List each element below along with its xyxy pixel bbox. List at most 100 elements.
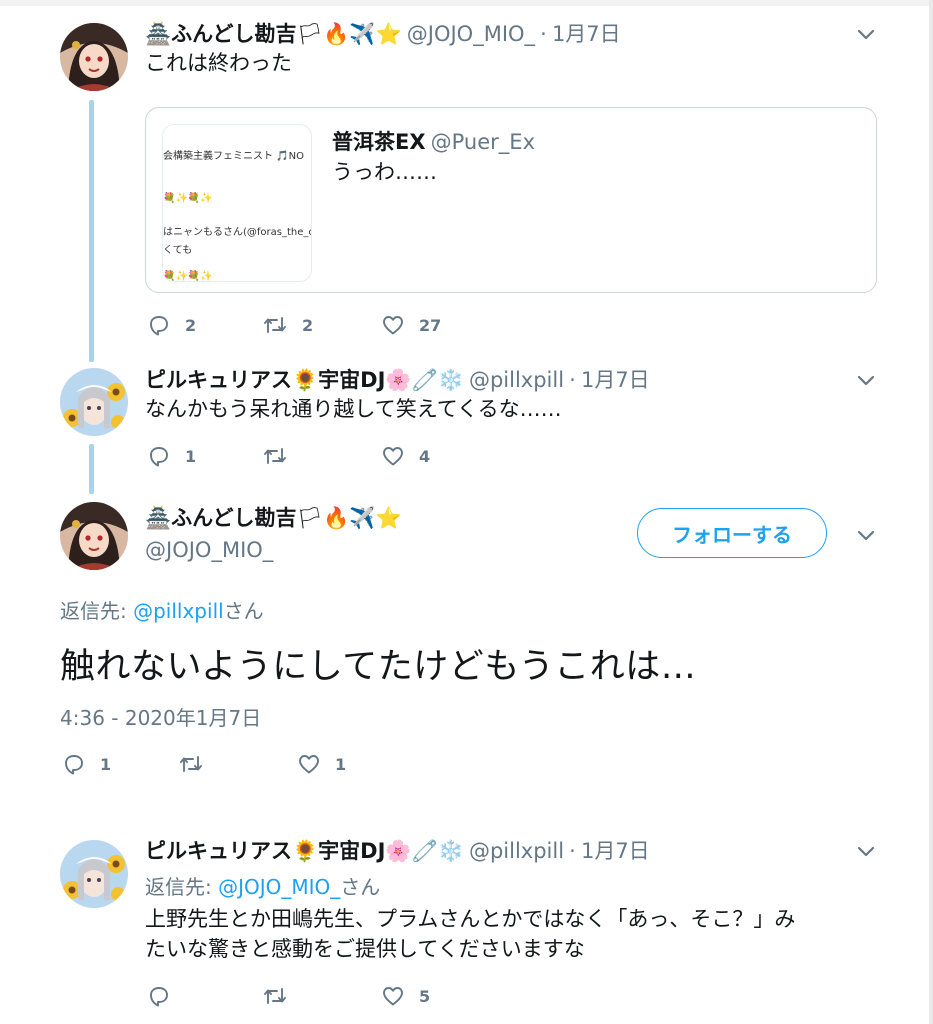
star-emoji: ⭐ — [375, 22, 402, 46]
tweet-text: なんかもう呆れ通り越して笑えてくるな…… — [145, 397, 562, 421]
tweet-text: これは終わった — [145, 51, 292, 75]
retweet-action[interactable]: 2 — [262, 313, 313, 337]
castle-emoji: 🏯 — [145, 506, 172, 530]
quoted-tweet-image[interactable]: 会構築主義フェミニスト 🎵NO 💐✨💐✨ はニャンもるさん(@foras_the… — [162, 124, 312, 282]
handle[interactable]: @pillxpill — [469, 368, 564, 392]
castle-emoji: 🏯 — [145, 22, 172, 46]
retweet-action[interactable] — [262, 444, 288, 468]
airplane-emoji: ✈️ — [349, 22, 376, 46]
reply-prefix: 返信先: — [60, 599, 134, 623]
reply-icon — [150, 316, 168, 336]
like-icon — [383, 987, 403, 1006]
reply-icon — [150, 987, 168, 1007]
reply-prefix: 返信先: — [145, 875, 219, 899]
reply-suffix: さん — [223, 599, 264, 623]
retweet-icon — [264, 317, 286, 333]
thumb-text: 💐✨💐✨ — [163, 271, 213, 282]
tweet-text-line: 上野先生とか田嶋先生、プラムさんとかではなく「あっ、そこ？」み — [145, 907, 796, 931]
thumb-text: くても — [163, 245, 193, 256]
reply-icon — [65, 755, 83, 775]
blossom-emoji: 🌸 — [385, 839, 412, 863]
snowflake-emoji: ❄️ — [437, 368, 464, 392]
avatar[interactable] — [60, 840, 128, 908]
reply-count: 1 — [185, 446, 197, 466]
chevron-down-icon[interactable] — [854, 368, 878, 392]
retweet-action[interactable] — [262, 984, 288, 1008]
chevron-down-icon[interactable] — [854, 523, 878, 547]
reply-context: 返信先: @pillxpillさん — [60, 595, 264, 624]
display-name[interactable]: ピルキュリアス — [145, 368, 292, 392]
reply-count: 1 — [100, 754, 112, 774]
display-name[interactable]: ふんどし勘吉 — [171, 506, 296, 530]
safety-pin-emoji: 🧷 — [411, 839, 438, 863]
separator-dot: · — [540, 22, 547, 46]
retweet-icon — [264, 448, 286, 464]
flag-emoji: 🏳 — [296, 22, 324, 46]
thumb-text: 会構築主義フェミニスト 🎵NO — [163, 151, 304, 162]
avatar[interactable] — [60, 23, 128, 91]
reply-action[interactable] — [147, 984, 171, 1008]
reply-action[interactable]: 1 — [62, 752, 111, 776]
snowflake-emoji: ❄️ — [437, 839, 464, 863]
tweet-header: ピルキュリアス🌻宇宙DJ🌸🧷❄️ @pillxpill · 1月7日 — [145, 364, 650, 394]
reply-suffix: さん — [340, 875, 381, 899]
safety-pin-emoji: 🧷 — [411, 368, 438, 392]
tweet-date[interactable]: 1月7日 — [581, 839, 650, 863]
tweet-date[interactable]: 1月7日 — [581, 368, 650, 392]
display-name[interactable]: ピルキュリアス — [145, 839, 292, 863]
like-action[interactable]: 27 — [381, 313, 441, 337]
quoted-tweet-text: うっわ…… — [332, 160, 437, 184]
handle[interactable]: @JOJO_MIO_ — [145, 538, 273, 562]
display-name-part[interactable]: 宇宙DJ — [318, 368, 385, 392]
display-name-part[interactable]: 宇宙DJ — [318, 839, 385, 863]
star-emoji: ⭐ — [375, 506, 402, 530]
retweet-action[interactable] — [178, 752, 204, 776]
thread-line — [89, 444, 94, 494]
quoted-tweet[interactable]: 会構築主義フェミニスト 🎵NO 💐✨💐✨ はニャンもるさん(@foras_the… — [145, 107, 877, 293]
like-action[interactable]: 1 — [297, 752, 346, 776]
airplane-emoji: ✈️ — [349, 506, 376, 530]
display-name[interactable]: ふんどし勘吉 — [171, 22, 296, 46]
like-icon — [299, 755, 319, 774]
thumb-text: はニャンもるさん(@foras_the_ca — [163, 227, 312, 238]
tweet-date[interactable]: 1月7日 — [552, 22, 621, 46]
reply-to-handle[interactable]: @pillxpill — [133, 599, 224, 623]
like-count: 27 — [419, 315, 442, 335]
main-tweet-text: 触れないようにしてたけどもうこれは… — [60, 647, 697, 687]
window-right-edge — [929, 0, 933, 1024]
quoted-display-name: 普洱茶EX — [332, 130, 426, 154]
reply-action[interactable]: 2 — [147, 313, 196, 337]
reply-to-handle[interactable]: @JOJO_MIO_ — [218, 875, 340, 899]
like-count: 5 — [419, 986, 431, 1006]
chevron-down-icon[interactable] — [854, 839, 878, 863]
tweet-text-line: たいな驚きと感動をご提供してくださいますな — [145, 937, 585, 961]
like-icon — [383, 447, 403, 466]
retweet-icon — [180, 756, 202, 772]
reply-icon — [150, 447, 168, 467]
reply-action[interactable]: 1 — [147, 444, 196, 468]
fire-emoji: 🔥 — [323, 22, 350, 46]
thumb-text: 💐✨💐✨ — [163, 193, 213, 204]
handle[interactable]: @JOJO_MIO_ — [407, 22, 535, 46]
like-count: 1 — [335, 754, 347, 774]
separator-dot: · — [569, 839, 576, 863]
retweet-icon — [264, 988, 286, 1004]
chevron-down-icon[interactable] — [854, 22, 878, 46]
avatar[interactable] — [60, 502, 128, 570]
like-action[interactable]: 4 — [381, 444, 430, 468]
tweet-header: 🏯ふんどし勘吉🏳🔥✈️⭐ @JOJO_MIO_ · 1月7日 — [145, 18, 621, 48]
main-tweet-name: 🏯ふんどし勘吉🏳🔥✈️⭐ — [145, 502, 402, 532]
like-icon — [383, 316, 403, 335]
sunflower-emoji: 🌻 — [292, 839, 319, 863]
follow-button[interactable]: フォローする — [637, 508, 827, 558]
handle[interactable]: @pillxpill — [469, 839, 564, 863]
quoted-tweet-header: 普洱茶EX @Puer_Ex — [332, 126, 535, 156]
sunflower-emoji: 🌻 — [292, 368, 319, 392]
timestamp[interactable]: 4:36 - 2020年1月7日 — [60, 702, 261, 731]
avatar[interactable] — [60, 368, 128, 436]
like-count: 4 — [419, 446, 431, 466]
like-action[interactable]: 5 — [381, 984, 430, 1008]
blossom-emoji: 🌸 — [385, 368, 412, 392]
fire-emoji: 🔥 — [323, 506, 350, 530]
reply-count: 2 — [185, 315, 197, 335]
